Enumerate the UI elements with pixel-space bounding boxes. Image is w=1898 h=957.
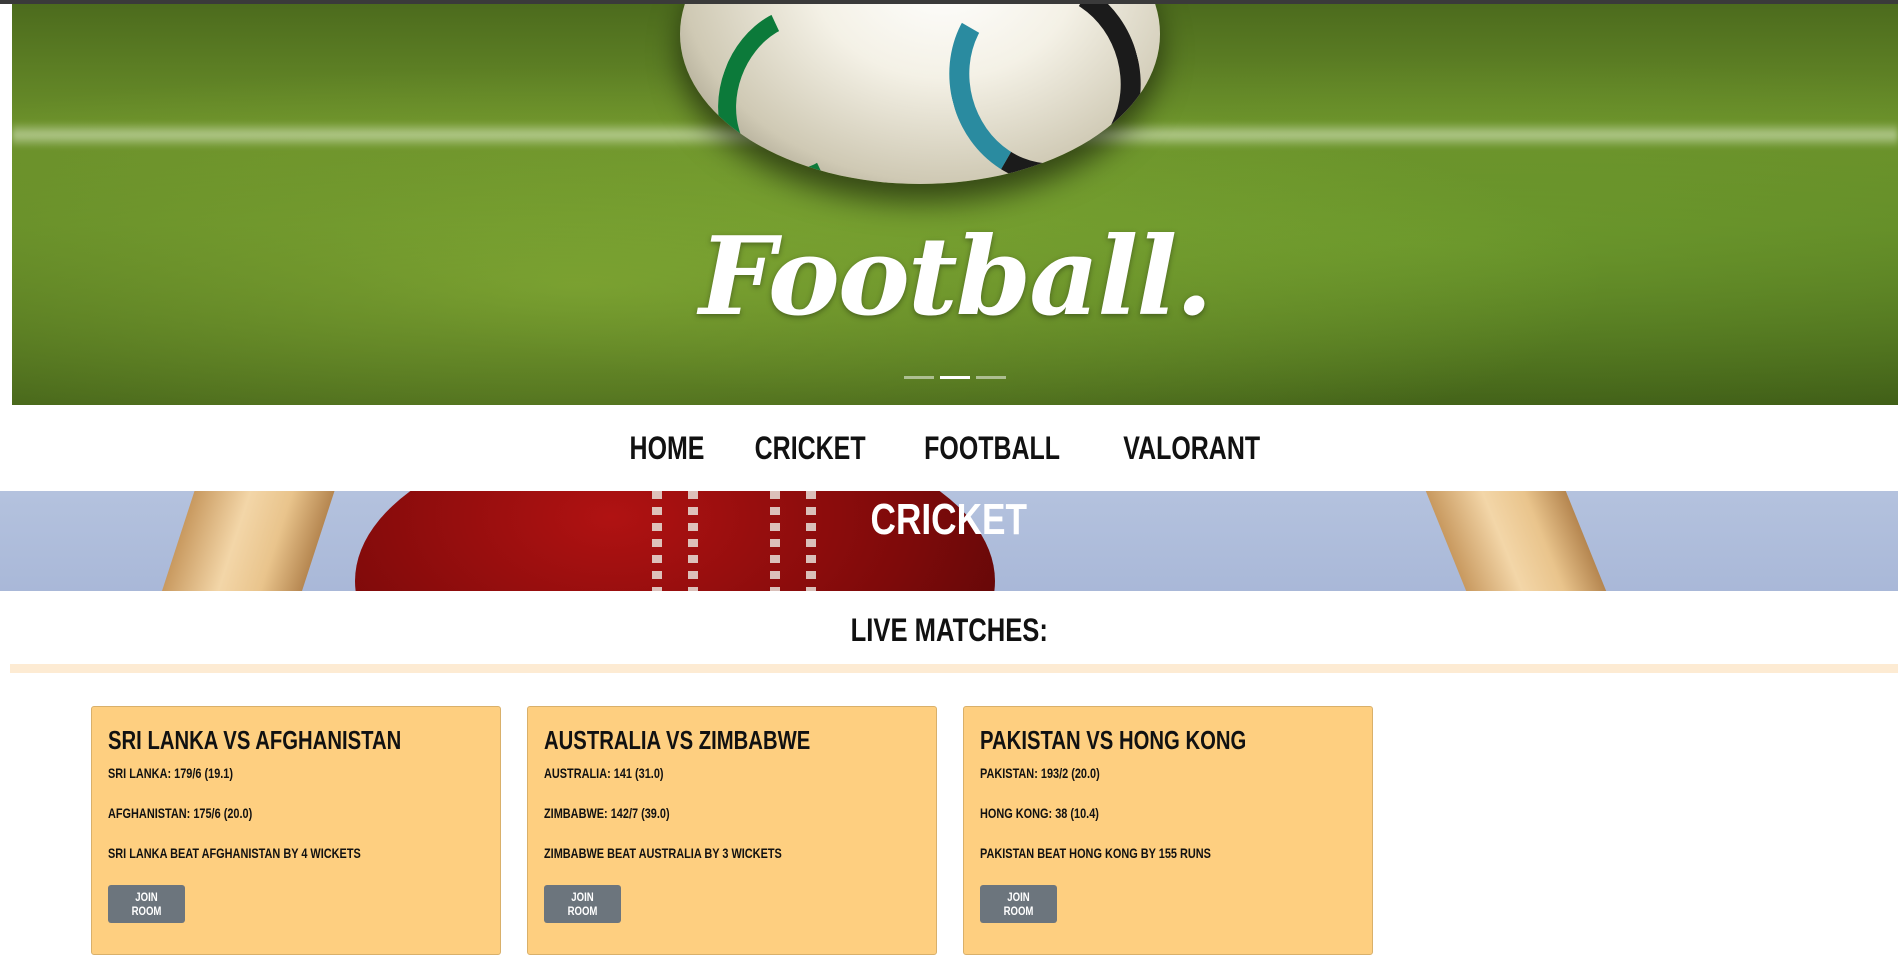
section-title: CRICKET bbox=[0, 491, 1898, 549]
section-divider bbox=[10, 664, 1898, 673]
nav-item-football[interactable]: FOOTBALL bbox=[924, 430, 1060, 467]
team2-score: ZIMBABWE: 142/7 (39.0) bbox=[544, 805, 670, 821]
team2-score: AFGHANISTAN: 175/6 (20.0) bbox=[108, 805, 253, 821]
team1-score: PAKISTAN: 193/2 (20.0) bbox=[980, 765, 1100, 781]
match-card: PAKISTAN VS HONG KONG PAKISTAN: 193/2 (2… bbox=[963, 706, 1373, 955]
match-result: ZIMBABWE BEAT AUSTRALIA BY 3 WICKETS bbox=[544, 845, 782, 861]
match-result: PAKISTAN BEAT HONG KONG BY 155 RUNS bbox=[980, 845, 1211, 861]
carousel-indicator-2[interactable] bbox=[940, 376, 970, 379]
join-room-label: JOIN ROOM bbox=[1003, 890, 1034, 918]
cricket-banner: CRICKET bbox=[0, 491, 1898, 591]
carousel-indicator-3[interactable] bbox=[976, 376, 1006, 379]
main-nav: HOME CRICKET FOOTBALL VALORANT bbox=[0, 405, 1898, 491]
carousel-indicators bbox=[12, 376, 1898, 379]
section-title-text: CRICKET bbox=[870, 495, 1028, 544]
join-room-label: JOIN ROOM bbox=[131, 890, 162, 918]
football-image bbox=[680, 4, 1160, 184]
join-room-button[interactable]: JOIN ROOM bbox=[108, 885, 185, 923]
match-title: SRI LANKA VS AFGHANISTAN bbox=[108, 725, 402, 755]
hero-carousel[interactable]: Football. bbox=[12, 4, 1898, 405]
join-room-button[interactable]: JOIN ROOM bbox=[544, 885, 621, 923]
nav-item-valorant[interactable]: VALORANT bbox=[1123, 430, 1260, 467]
live-matches-heading: LIVE MATCHES: bbox=[0, 612, 1898, 649]
hero-title: Football. bbox=[699, 214, 1213, 340]
match-title: AUSTRALIA VS ZIMBABWE bbox=[544, 725, 811, 755]
join-room-button[interactable]: JOIN ROOM bbox=[980, 885, 1057, 923]
match-title: PAKISTAN VS HONG KONG bbox=[980, 725, 1247, 755]
live-matches-heading-text: LIVE MATCHES: bbox=[850, 612, 1048, 648]
team1-score: AUSTRALIA: 141 (31.0) bbox=[544, 765, 664, 781]
join-room-label: JOIN ROOM bbox=[567, 890, 598, 918]
carousel-indicator-1[interactable] bbox=[904, 376, 934, 379]
team1-score: SRI LANKA: 179/6 (19.1) bbox=[108, 765, 234, 781]
match-card: AUSTRALIA VS ZIMBABWE AUSTRALIA: 141 (31… bbox=[527, 706, 937, 955]
team2-score: HONG KONG: 38 (10.4) bbox=[980, 805, 1099, 821]
nav-item-cricket[interactable]: CRICKET bbox=[755, 430, 866, 467]
nav-item-home[interactable]: HOME bbox=[630, 430, 705, 467]
match-result: SRI LANKA BEAT AFGHANISTAN BY 4 WICKETS bbox=[108, 845, 361, 861]
match-card: SRI LANKA VS AFGHANISTAN SRI LANKA: 179/… bbox=[91, 706, 501, 955]
